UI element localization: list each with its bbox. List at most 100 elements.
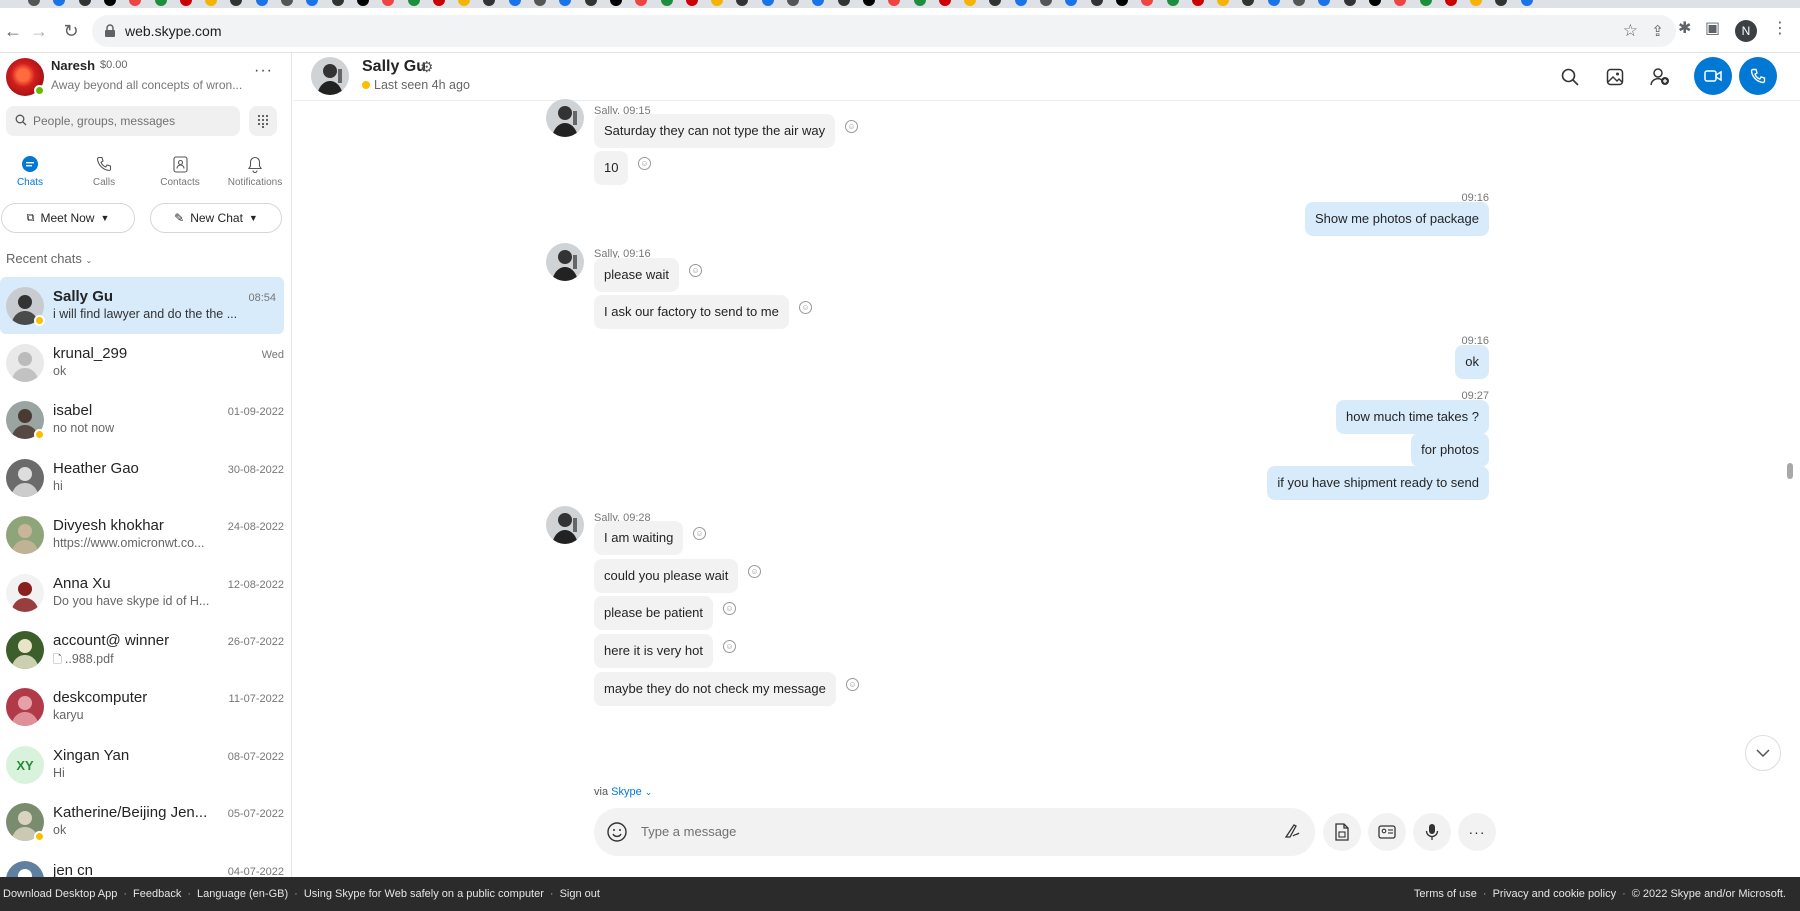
tab-favicon-icon[interactable] bbox=[1166, 0, 1179, 6]
sidepanel-icon[interactable]: ▣ bbox=[1705, 18, 1720, 38]
search-input[interactable]: People, groups, messages bbox=[6, 106, 240, 136]
tab-favicon-icon[interactable] bbox=[483, 0, 496, 6]
outgoing-message[interactable]: for photos bbox=[1411, 433, 1489, 467]
tab-favicon-icon[interactable] bbox=[1090, 0, 1103, 6]
message-scrollbar[interactable] bbox=[1787, 101, 1793, 877]
tab-favicon-icon[interactable] bbox=[1394, 0, 1407, 6]
add-file-button[interactable] bbox=[1323, 813, 1361, 851]
incoming-message[interactable]: could you please wait bbox=[594, 559, 739, 593]
incoming-message[interactable]: I am waiting bbox=[594, 521, 684, 555]
contact-avatar[interactable] bbox=[311, 57, 349, 95]
extensions-icon[interactable]: ✱ bbox=[1678, 18, 1691, 38]
share-icon[interactable]: ⇪ bbox=[1651, 22, 1664, 40]
tab-favicon-icon[interactable] bbox=[1419, 0, 1432, 6]
outgoing-message[interactable]: if you have shipment ready to send bbox=[1267, 466, 1489, 500]
tab-notifications[interactable]: Notifications bbox=[225, 153, 285, 188]
bookmark-star-icon[interactable]: ☆ bbox=[1623, 21, 1638, 41]
tab-favicon-icon[interactable] bbox=[129, 0, 142, 6]
browser-profile-avatar[interactable]: N bbox=[1735, 20, 1757, 42]
tab-favicon-icon[interactable] bbox=[1444, 0, 1457, 6]
tab-favicon-icon[interactable] bbox=[1242, 0, 1255, 6]
tab-favicon-icon[interactable] bbox=[432, 0, 445, 6]
add-reaction-icon[interactable]: ☺ bbox=[845, 120, 858, 133]
tab-calls[interactable]: Calls bbox=[74, 153, 134, 188]
add-participant-button[interactable] bbox=[1646, 63, 1674, 91]
tab-favicon-icon[interactable] bbox=[1191, 0, 1204, 6]
address-bar[interactable]: web.skype.com ⇪ ☆ bbox=[92, 15, 1676, 47]
sender-avatar[interactable] bbox=[546, 506, 584, 544]
chat-list-item[interactable]: Anna Xu Do you have skype id of H... 12-08… bbox=[0, 564, 291, 621]
search-in-chat-button[interactable] bbox=[1556, 63, 1584, 91]
outgoing-message[interactable]: Show me photos of package bbox=[1304, 202, 1489, 236]
tab-favicon-icon[interactable] bbox=[685, 0, 698, 6]
tab-favicon-icon[interactable] bbox=[1470, 0, 1483, 6]
tab-favicon-icon[interactable] bbox=[1014, 0, 1027, 6]
incoming-message[interactable]: I ask our factory to send to me bbox=[594, 295, 789, 329]
tab-favicon-icon[interactable] bbox=[888, 0, 901, 6]
tab-favicon-icon[interactable] bbox=[1267, 0, 1280, 6]
tab-favicon-icon[interactable] bbox=[458, 0, 471, 6]
outgoing-message[interactable]: ok bbox=[1455, 345, 1489, 379]
more-actions-button[interactable]: ··· bbox=[1458, 813, 1496, 851]
forward-icon[interactable]: → bbox=[26, 18, 52, 44]
tab-favicon-icon[interactable] bbox=[53, 0, 66, 6]
add-reaction-icon[interactable]: ☺ bbox=[799, 301, 812, 314]
chat-list-item[interactable]: deskcomputer karyu 11-07-2022 bbox=[0, 678, 291, 735]
chat-list-item[interactable]: XY Xingan Yan Hi 08-07-2022 bbox=[0, 736, 291, 793]
incoming-message[interactable]: please be patient bbox=[594, 596, 714, 630]
chat-list-item[interactable]: Katherine/Beijing Jen... ok 05-07-2022 bbox=[0, 793, 291, 850]
add-reaction-icon[interactable]: ☺ bbox=[723, 602, 736, 615]
tab-favicon-icon[interactable] bbox=[1040, 0, 1052, 6]
tab-favicon-icon[interactable] bbox=[989, 0, 1002, 6]
chat-list-item[interactable]: isabel no not now 01-09-2022 bbox=[0, 391, 291, 448]
tab-favicon-icon[interactable] bbox=[306, 0, 319, 6]
browser-menu-icon[interactable]: ⋮ bbox=[1772, 18, 1788, 38]
footer-link[interactable]: Feedback bbox=[133, 888, 181, 900]
incoming-message[interactable]: here it is very hot bbox=[594, 634, 713, 668]
tab-favicon-icon[interactable] bbox=[331, 0, 344, 6]
tab-favicon-icon[interactable] bbox=[660, 0, 673, 6]
tab-favicon-icon[interactable] bbox=[609, 0, 622, 6]
text-format-icon[interactable] bbox=[1283, 822, 1301, 840]
chevron-down-icon[interactable]: ⌄ bbox=[645, 787, 653, 797]
tab-favicon-icon[interactable] bbox=[1368, 0, 1381, 6]
gear-icon[interactable]: ⚙ bbox=[420, 58, 433, 76]
add-reaction-icon[interactable]: ☺ bbox=[846, 678, 859, 691]
video-call-button[interactable] bbox=[1694, 57, 1732, 95]
tab-favicon-icon[interactable] bbox=[1318, 0, 1331, 6]
tab-favicon-icon[interactable] bbox=[382, 0, 395, 6]
skype-credit[interactable]: $0.00 bbox=[100, 59, 128, 71]
footer-link[interactable]: Privacy and cookie policy bbox=[1493, 888, 1617, 900]
emoji-icon[interactable] bbox=[606, 821, 628, 843]
tab-chats[interactable]: Chats bbox=[0, 153, 60, 188]
tab-favicon-icon[interactable] bbox=[78, 0, 91, 6]
profile-mood[interactable]: Away beyond all concepts of wron... bbox=[51, 78, 242, 92]
tab-favicon-icon[interactable] bbox=[1293, 0, 1305, 6]
footer-link[interactable]: Terms of use bbox=[1414, 888, 1477, 900]
chat-list-item[interactable]: Divyesh khokhar https://www.omicronwt.co.… bbox=[0, 506, 291, 563]
footer-link[interactable]: Download Desktop App bbox=[3, 888, 117, 900]
tab-favicon-icon[interactable] bbox=[862, 0, 875, 6]
back-icon[interactable]: ← bbox=[0, 18, 26, 44]
tab-favicon-icon[interactable] bbox=[407, 0, 420, 6]
tab-favicon-icon[interactable] bbox=[154, 0, 167, 6]
dialpad-button[interactable] bbox=[249, 106, 277, 136]
footer-link[interactable]: Sign out bbox=[560, 888, 600, 900]
tab-favicon-icon[interactable] bbox=[28, 0, 40, 6]
tab-favicon-icon[interactable] bbox=[230, 0, 243, 6]
chat-list-item[interactable]: jen cn 04-07-2022 bbox=[0, 851, 291, 877]
tab-favicon-icon[interactable] bbox=[938, 0, 951, 6]
more-options-icon[interactable]: ··· bbox=[254, 62, 273, 80]
chat-list-item[interactable]: krunal_299 ok Wed bbox=[0, 334, 291, 391]
profile-name[interactable]: Naresh bbox=[51, 58, 95, 73]
incoming-message[interactable]: 10 bbox=[594, 151, 629, 185]
chat-list-item[interactable]: Sally Gu i will find lawyer and do the th… bbox=[0, 277, 284, 334]
tab-favicon-icon[interactable] bbox=[812, 0, 825, 6]
gallery-button[interactable] bbox=[1601, 63, 1629, 91]
tab-favicon-icon[interactable] bbox=[1217, 0, 1230, 6]
add-reaction-icon[interactable]: ☺ bbox=[693, 527, 706, 540]
audio-call-button[interactable] bbox=[1739, 57, 1777, 95]
chat-list-item[interactable]: Heather Gao hi 30-08-2022 bbox=[0, 449, 291, 506]
scrollbar-thumb[interactable] bbox=[1787, 463, 1793, 479]
tab-favicon-icon[interactable] bbox=[1065, 0, 1078, 6]
